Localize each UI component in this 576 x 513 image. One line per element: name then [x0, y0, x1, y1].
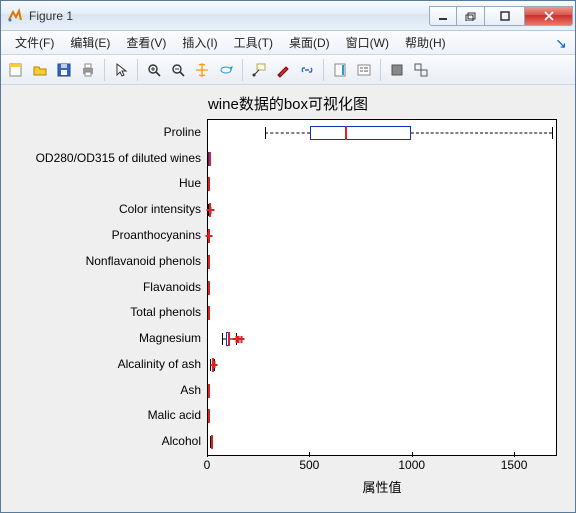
ylabel: Nonflavanoid phenols [86, 254, 201, 268]
ylabel: Flavanoids [143, 280, 201, 294]
ylabel: Proline [164, 125, 201, 139]
open-icon[interactable] [29, 59, 51, 81]
xtick: 500 [299, 458, 319, 472]
separator [242, 59, 243, 81]
figure-area: wine数据的box可视化图 Proline OD280/OD315 of dil… [1, 85, 575, 512]
menu-bar: 文件(F) 编辑(E) 查看(V) 插入(I) 工具(T) 桌面(D) 窗口(W… [1, 31, 575, 55]
axes[interactable]: wine数据的box可视化图 Proline OD280/OD315 of dil… [7, 91, 569, 506]
menu-tools[interactable]: 工具(T) [226, 32, 281, 53]
dock-icon[interactable]: ↘ [553, 35, 569, 51]
matlab-icon [7, 8, 23, 24]
xtick: 1000 [398, 458, 425, 472]
menu-edit[interactable]: 编辑(E) [62, 32, 118, 53]
ylabel: Color intensitys [119, 202, 201, 216]
menu-file[interactable]: 文件(F) [7, 32, 62, 53]
menu-view[interactable]: 查看(V) [118, 32, 174, 53]
link-icon[interactable] [296, 59, 318, 81]
ylabel: Malic acid [148, 408, 201, 422]
plot-area[interactable] [207, 119, 557, 456]
print-icon[interactable] [77, 59, 99, 81]
show-tools-icon[interactable] [410, 59, 432, 81]
menu-window[interactable]: 窗口(W) [338, 32, 397, 53]
toolbar [1, 55, 575, 85]
brush-icon[interactable] [272, 59, 294, 81]
separator [323, 59, 324, 81]
x-axis-label: 属性值 [207, 477, 557, 496]
window-buttons [429, 6, 573, 26]
ylabel: OD280/OD315 of diluted wines [36, 151, 201, 165]
data-cursor-icon[interactable] [248, 59, 270, 81]
separator [137, 59, 138, 81]
window-title: Figure 1 [29, 9, 429, 23]
minimize-button[interactable] [429, 6, 457, 26]
ylabel: Proanthocyanins [112, 228, 201, 242]
xtick: 1500 [501, 458, 528, 472]
pan-icon[interactable] [191, 59, 213, 81]
menu-help[interactable]: 帮助(H) [397, 32, 454, 53]
ylabel: Total phenols [130, 305, 201, 319]
save-icon[interactable] [53, 59, 75, 81]
zoom-out-icon[interactable] [167, 59, 189, 81]
close-button[interactable] [525, 6, 573, 26]
figure-window: Figure 1 文件(F) 编辑(E) 查看(V) 插入(I) 工具(T) 桌… [0, 0, 576, 513]
separator [104, 59, 105, 81]
ylabel: Ash [180, 383, 201, 397]
restore-button[interactable] [457, 6, 485, 26]
insert-colorbar-icon[interactable] [329, 59, 351, 81]
ylabel: Alcalinity of ash [118, 357, 201, 371]
plot-title: wine数据的box可视化图 [7, 93, 569, 114]
ylabel: Hue [179, 176, 201, 190]
hide-tools-icon[interactable] [386, 59, 408, 81]
menu-insert[interactable]: 插入(I) [174, 32, 225, 53]
x-ticks: 0 500 1000 1500 [207, 458, 557, 476]
pointer-icon[interactable] [110, 59, 132, 81]
xtick: 0 [204, 458, 211, 472]
y-category-labels: Proline OD280/OD315 of diluted wines Hue Co… [7, 119, 207, 456]
ylabel: Magnesium [139, 331, 201, 345]
maximize-button[interactable] [485, 6, 525, 26]
ylabel: Alcohol [162, 434, 201, 448]
menu-desktop[interactable]: 桌面(D) [281, 32, 338, 53]
title-bar[interactable]: Figure 1 [1, 1, 575, 31]
separator [380, 59, 381, 81]
insert-legend-icon[interactable] [353, 59, 375, 81]
zoom-in-icon[interactable] [143, 59, 165, 81]
new-figure-icon[interactable] [5, 59, 27, 81]
rotate3d-icon[interactable] [215, 59, 237, 81]
